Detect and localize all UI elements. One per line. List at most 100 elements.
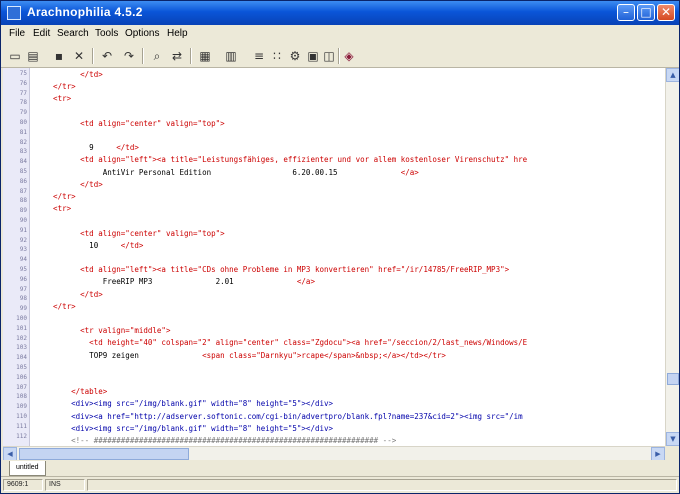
document-tab[interactable]: untitled [9,461,46,476]
close-button[interactable]: ✕ [657,4,675,21]
window-title: Arachnophilia 4.5.2 [27,5,143,19]
toolbar-separator [142,48,144,64]
code-line: <div><a href="http://adserver.softonic.c… [35,412,523,422]
code-segment: <td height="40" colspan="2" align="cente… [35,338,528,348]
line-number: 83 [19,148,27,156]
line-number: 112 [16,432,27,440]
line-number: 110 [16,413,27,420]
vertical-scroll-thumb[interactable] [667,373,679,385]
line-number: 87 [19,187,27,195]
menu-edit[interactable]: Edit [33,28,50,39]
code-segment: <div><img src="/img/blank.gif" width="8"… [35,399,334,409]
code-segment: <div><img src="/img/blank.gif" width="8"… [35,423,334,433]
vertical-scrollbar[interactable]: ▲ ▼ [665,68,679,446]
code-line: <td align="center" valign="top"> [35,119,225,129]
status-message [87,479,677,491]
open-folder-icon[interactable]: ▤ [25,48,41,64]
title-bar[interactable]: Arachnophilia 4.5.2 – □ ✕ [1,1,679,25]
menu-options[interactable]: Options [125,28,159,39]
line-number: 91 [19,226,27,234]
scroll-right-button[interactable]: ▶ [651,447,665,461]
code-line: </tr> [35,82,76,92]
line-number: 94 [19,256,27,264]
list-icon[interactable]: ≡ [251,48,267,64]
code-segment: TOP9 zeigen [35,350,203,360]
redo-icon[interactable]: ↷ [121,48,137,64]
code-segment: </tr> [35,192,76,201]
maximize-button[interactable]: □ [637,4,655,21]
scroll-up-button[interactable]: ▲ [666,68,679,82]
line-number: 109 [16,403,27,411]
code-segment: 10 [35,240,121,250]
line-number-gutter: 75 76 77 78 79 80 81 82 83 84 85 86 87 88 89 90 91 92 93 94… [3,68,30,446]
code-segment: <tr> [35,94,72,104]
replace-icon[interactable]: ⇄ [169,48,185,64]
code-line: FreeRIP MP3 2.01 </a> [35,277,315,287]
horizontal-scroll-thumb[interactable] [19,448,189,460]
horizontal-scrollbar[interactable]: ◀ ▶ [3,446,665,461]
menu-bar: File Edit Search Tools Options Help [1,25,679,45]
line-number: 90 [19,217,27,224]
code-segment: </a> [296,277,315,287]
line-number: 99 [19,305,27,313]
code-segment: FreeRIP MP3 2.01 [35,277,297,287]
code-segment: AntiVir Personal Edition 6.20.00.15 [35,167,401,177]
line-number: 85 [19,168,27,175]
line-number: 82 [19,138,27,146]
line-number: 81 [19,128,27,136]
line-number: 84 [19,158,27,166]
browser-icon[interactable]: ◫ [321,48,337,64]
code-segment: </tr> [35,82,76,92]
new-file-icon[interactable]: ▭ [7,48,23,64]
code-segment: <!-- ###################################… [35,436,397,445]
code-segment: </td> [120,240,144,250]
menu-help[interactable]: Help [167,28,188,39]
line-number: 105 [16,364,27,371]
table-icon[interactable]: ▦ [197,48,213,64]
menu-tools[interactable]: Tools [95,28,118,39]
code-segment: </td> [35,70,103,79]
line-number: 77 [19,89,27,97]
line-number: 80 [19,119,27,126]
document-tabs: untitled [1,460,679,476]
code-segment: <div><a href="http://adserver.softonic.c… [35,411,523,421]
script-icon[interactable]: ⚙ [287,48,303,64]
save-icon[interactable]: ▪ [51,48,67,64]
insert-mode: INS [45,479,85,491]
code-segment: <td align="center" valign="top"> [35,228,225,238]
scroll-down-button[interactable]: ▼ [666,432,679,446]
line-number: 108 [16,393,27,401]
scroll-left-button[interactable]: ◀ [3,447,17,461]
line-number: 102 [16,334,27,342]
menu-file[interactable]: File [9,28,25,39]
line-number: 89 [19,207,27,215]
rgb-icon[interactable]: ◈ [341,48,357,64]
preview-icon[interactable]: ▣ [305,48,321,64]
line-number: 100 [16,315,27,322]
menu-search[interactable]: Search [57,28,89,39]
code-line: </tr> [35,302,76,312]
code-area[interactable]: </td> </tr> <tr> <td align="center" vali… [35,68,663,446]
code-segment: </table> [35,387,108,397]
code-segment: </td> [116,143,139,153]
undo-icon[interactable]: ↶ [99,48,115,64]
code-segment: <tr> [35,204,72,214]
code-line: <td height="40" colspan="2" align="cente… [35,338,527,348]
line-number: 93 [19,246,27,254]
line-number: 104 [16,354,27,362]
code-line: <tr valign="middle"> [35,326,170,336]
close-doc-icon[interactable]: ✕ [71,48,87,64]
line-number: 76 [19,79,27,87]
code-line: <!-- ###################################… [35,436,396,446]
tag-icon[interactable]: ∷ [269,48,285,64]
code-editor[interactable]: 75 76 77 78 79 80 81 82 83 84 85 86 87 88 89 90 91 92 93 94… [3,68,665,446]
grid-icon[interactable]: ▥ [223,48,239,64]
code-segment: <span class="Darnkyu">rcape</span>&nbsp;… [202,350,446,360]
code-line: <tr> [35,204,71,214]
minimize-button[interactable]: – [617,4,635,21]
application-window: Arachnophilia 4.5.2 – □ ✕ File Edit Sear… [0,0,680,494]
line-number: 111 [16,422,27,430]
line-number: 96 [19,275,27,283]
code-segment: 9 [35,143,117,153]
find-icon[interactable]: ⌕ [149,48,165,64]
